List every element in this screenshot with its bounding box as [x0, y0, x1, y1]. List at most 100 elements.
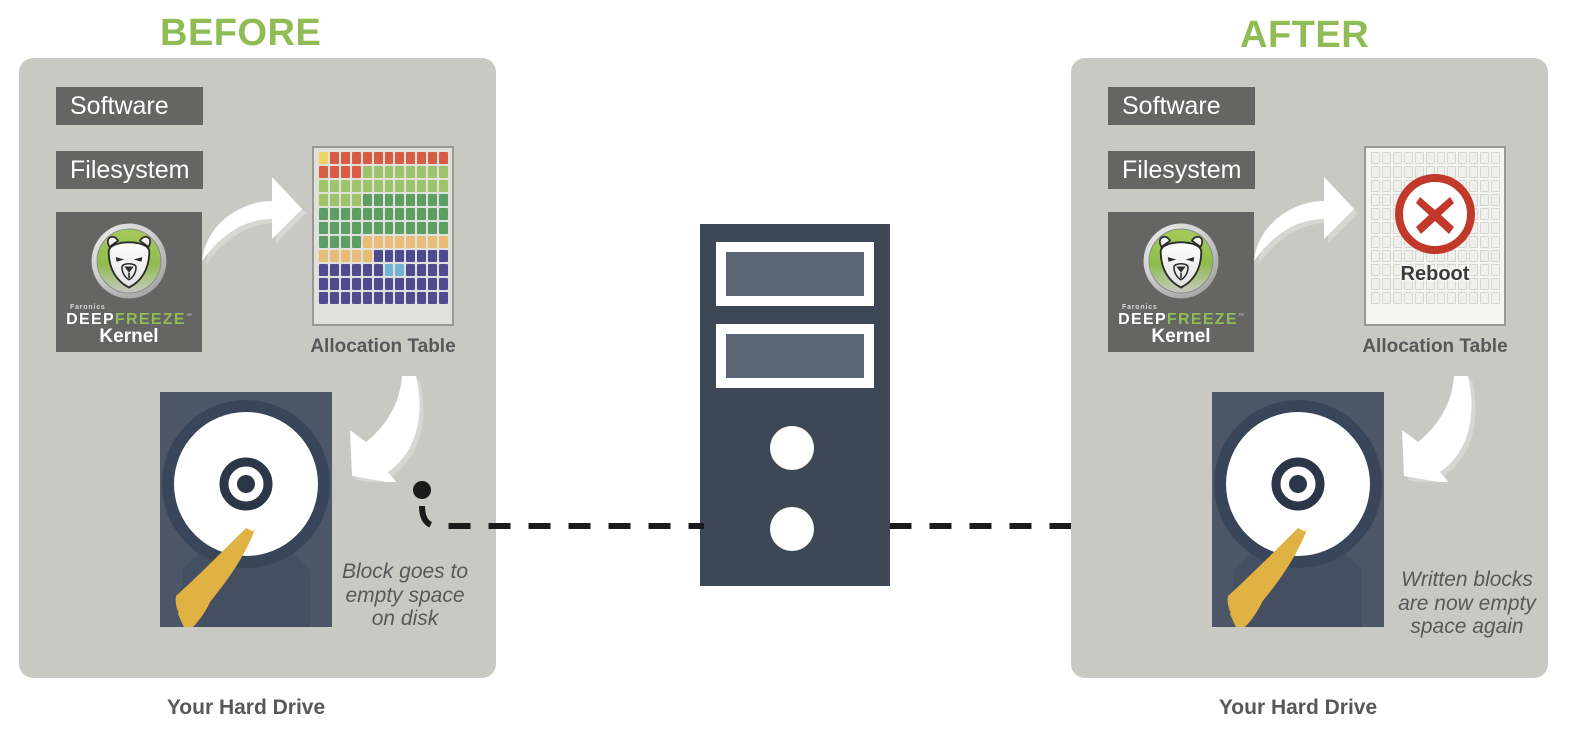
allocation-cell [417, 194, 427, 206]
allocation-cell [428, 292, 438, 304]
allocation-cell [351, 208, 361, 220]
allocation-cell [362, 194, 372, 206]
allocation-cell [351, 292, 361, 304]
trademark-symbol: ™ [185, 313, 192, 320]
allocation-cell-empty [1491, 292, 1500, 304]
allocation-cell [395, 278, 405, 290]
reboot-indicator: Reboot [1375, 172, 1495, 286]
allocation-cell [384, 222, 394, 234]
allocation-cell [340, 194, 350, 206]
allocation-cell [406, 278, 416, 290]
allocation-cell [428, 180, 438, 192]
allocation-cell [351, 278, 361, 290]
polar-bear-logo-icon [1143, 223, 1219, 299]
allocation-cell [319, 194, 328, 206]
allocation-cell-empty [1381, 152, 1391, 164]
allocation-cell [384, 166, 394, 178]
allocation-cell [395, 264, 405, 276]
allocation-cell [362, 292, 372, 304]
allocation-cell [384, 250, 394, 262]
allocation-cell [351, 222, 361, 234]
allocation-cell [395, 166, 405, 178]
allocation-cell [362, 208, 372, 220]
allocation-cell [439, 208, 448, 220]
allocation-cell-empty [1458, 152, 1468, 164]
allocation-cell [351, 250, 361, 262]
allocation-cell [384, 292, 394, 304]
after-stack-filesystem: Filesystem [1108, 151, 1255, 189]
allocation-cell [395, 222, 405, 234]
allocation-cell [417, 264, 427, 276]
allocation-cell [373, 236, 383, 248]
before-kernel-wordmark: Faronics DEEPFREEZE™ [56, 304, 202, 328]
before-stack-filesystem: Filesystem [56, 151, 203, 189]
allocation-cell [395, 194, 405, 206]
after-allocation-table: Reboot Allocation Table [1362, 146, 1508, 357]
before-stack-software: Software [56, 87, 203, 125]
after-allocation-table-caption: Allocation Table [1362, 336, 1508, 357]
allocation-cell [395, 152, 405, 164]
after-stack-software: Software [1108, 87, 1255, 125]
after-arrow-kernel-to-table [1254, 177, 1358, 265]
allocation-cell [428, 222, 438, 234]
before-kernel-card: Faronics DEEPFREEZE™ Kernel [56, 212, 202, 352]
allocation-cell [428, 264, 438, 276]
allocation-cell [428, 278, 438, 290]
allocation-cell-empty [1371, 292, 1380, 304]
allocation-cell [439, 152, 448, 164]
faronics-brand-text: Faronics [1122, 304, 1158, 311]
allocation-cell-empty [1469, 292, 1479, 304]
allocation-cell [428, 194, 438, 206]
allocation-cell-empty [1458, 292, 1468, 304]
before-allocation-table-caption: Allocation Table [310, 336, 456, 357]
allocation-cell [362, 278, 372, 290]
allocation-cell [373, 166, 383, 178]
allocation-cell [406, 236, 416, 248]
allocation-cell-empty [1381, 292, 1391, 304]
allocation-cell [329, 236, 339, 248]
allocation-cell [329, 194, 339, 206]
allocation-cell [406, 208, 416, 220]
allocation-cell [417, 222, 427, 234]
before-arrow-table-to-drive [350, 376, 424, 482]
allocation-cell [395, 180, 405, 192]
allocation-cell [384, 278, 394, 290]
allocation-cell [439, 166, 448, 178]
allocation-cell [351, 194, 361, 206]
allocation-cell [406, 180, 416, 192]
allocation-cell-empty [1491, 152, 1500, 164]
allocation-cell [329, 166, 339, 178]
allocation-cell [417, 152, 427, 164]
allocation-cell [351, 236, 361, 248]
allocation-cell [417, 278, 427, 290]
allocation-cell [373, 194, 383, 206]
allocation-cell [395, 208, 405, 220]
allocation-cell [340, 236, 350, 248]
allocation-cell-empty [1392, 292, 1402, 304]
allocation-cell [417, 236, 427, 248]
after-hard-drive-icon [1212, 392, 1384, 627]
computer-tower-icon [700, 224, 890, 586]
allocation-cell [373, 208, 383, 220]
allocation-cell [406, 194, 416, 206]
allocation-cell [439, 180, 448, 192]
after-bottom-label: Your Hard Drive [1218, 696, 1378, 719]
allocation-cell [319, 180, 328, 192]
allocation-cell [373, 250, 383, 262]
after-arrow-table-to-drive [1402, 376, 1476, 482]
red-x-circle-icon [1395, 173, 1475, 254]
allocation-cell [373, 180, 383, 192]
allocation-cell [362, 180, 372, 192]
allocation-cell-empty [1436, 292, 1446, 304]
allocation-cell [329, 278, 339, 290]
dashed-connector-left [413, 481, 704, 529]
before-stack-filesystem-label: Filesystem [70, 155, 190, 184]
before-stack-software-label: Software [70, 91, 169, 120]
allocation-cell [340, 292, 350, 304]
after-kernel-card: Faronics DEEPFREEZE™ Kernel [1108, 212, 1254, 352]
allocation-cell-empty [1414, 152, 1424, 164]
allocation-cell [417, 166, 427, 178]
after-title: AFTER [1240, 14, 1370, 56]
after-kernel-label: Kernel [1151, 326, 1211, 347]
allocation-cell-empty [1414, 292, 1424, 304]
